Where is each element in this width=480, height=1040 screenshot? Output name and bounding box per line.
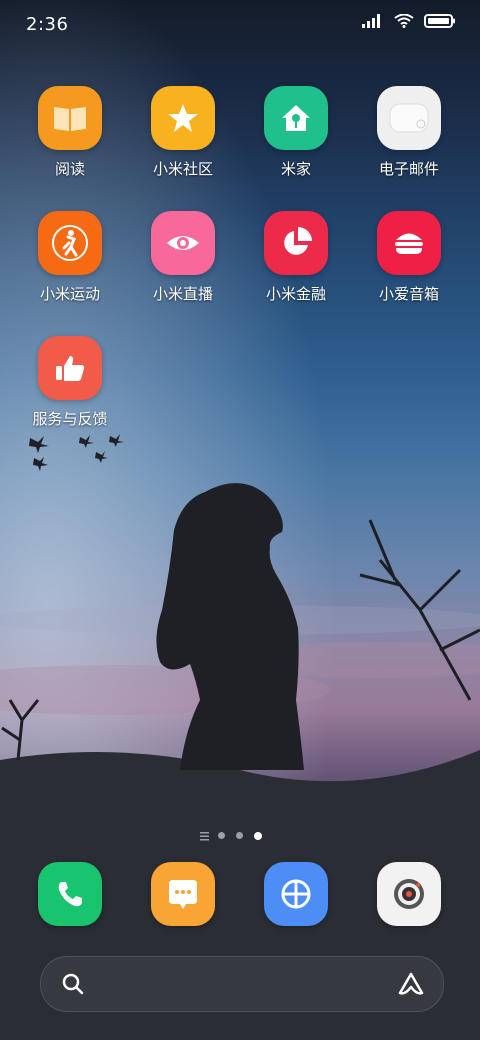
dock-camera[interactable] <box>353 862 465 926</box>
app-label: 小米社区 <box>152 160 213 178</box>
wifi-icon <box>394 14 414 28</box>
burger-icon <box>377 211 441 275</box>
book-icon <box>38 86 102 150</box>
app-mi-live[interactable]: 小米直播 <box>127 211 239 303</box>
app-label: 电子邮件 <box>378 160 439 178</box>
battery-icon <box>424 14 455 28</box>
assistant-icon[interactable] <box>397 971 425 997</box>
eye-icon <box>151 211 215 275</box>
search-bar[interactable] <box>40 956 444 1012</box>
dock-phone[interactable] <box>14 862 126 926</box>
message-icon <box>151 862 215 926</box>
app-label: 小爱音箱 <box>378 285 439 303</box>
app-xiaoai-speaker[interactable]: 小爱音箱 <box>353 211 465 303</box>
app-mi-community[interactable]: 小米社区 <box>127 86 239 178</box>
star-icon <box>151 86 215 150</box>
page-indicator[interactable] <box>0 830 480 842</box>
dock <box>0 862 480 926</box>
dock-messages[interactable] <box>127 862 239 926</box>
status-time: 2:36 <box>26 14 69 35</box>
app-reading[interactable]: 阅读 <box>14 86 126 178</box>
status-bar: 2:36 <box>0 0 480 48</box>
page-dot[interactable] <box>218 832 225 839</box>
app-mi-finance[interactable]: 小米金融 <box>240 211 352 303</box>
app-label: 小米金融 <box>265 285 326 303</box>
thumbs-up-icon <box>38 336 102 400</box>
status-icons <box>362 14 456 28</box>
page-dot-active[interactable] <box>254 832 262 840</box>
app-mijia[interactable]: 米家 <box>240 86 352 178</box>
app-label: 阅读 <box>54 160 85 178</box>
app-label: 服务与反馈 <box>32 410 108 428</box>
app-label: 米家 <box>280 160 311 178</box>
app-label: 小米运动 <box>39 285 100 303</box>
signal-icon <box>362 14 380 28</box>
mail-icon <box>377 86 441 150</box>
home-key-icon <box>264 86 328 150</box>
runner-icon <box>38 211 102 275</box>
phone-icon <box>38 862 102 926</box>
app-email[interactable]: 电子邮件 <box>353 86 465 178</box>
app-service-feedback[interactable]: 服务与反馈 <box>14 336 126 428</box>
app-label: 小米直播 <box>152 285 213 303</box>
pie-icon <box>264 211 328 275</box>
page-list-icon <box>200 832 209 841</box>
browser-icon <box>264 862 328 926</box>
app-mi-fit[interactable]: 小米运动 <box>14 211 126 303</box>
search-icon[interactable] <box>61 972 85 996</box>
dock-browser[interactable] <box>240 862 352 926</box>
page-dot[interactable] <box>236 832 243 839</box>
camera-icon <box>377 862 441 926</box>
